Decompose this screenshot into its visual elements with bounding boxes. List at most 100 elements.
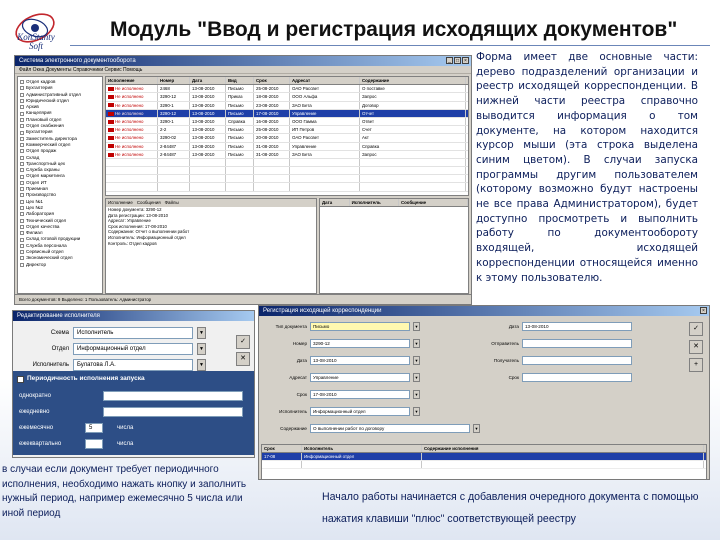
once-field[interactable] xyxy=(103,391,243,401)
column-header[interactable]: Номер xyxy=(158,77,190,85)
execution-grid[interactable]: Срок Исполнитель Содержание исполнения 17-0… xyxy=(261,444,707,479)
table-cell: Акт xyxy=(360,134,466,142)
column-header[interactable]: Дата xyxy=(320,199,350,206)
main-menubar[interactable]: Файл Окна Документы Справочники Сервис П… xyxy=(15,66,471,74)
chevron-down-icon[interactable]: ▼ xyxy=(473,424,480,433)
table-row[interactable]: Не исполнено 2-84487 13-08-2010 Письмо 31-08… xyxy=(106,150,468,159)
maximize-icon[interactable]: □ xyxy=(454,57,461,64)
minimize-icon[interactable]: _ xyxy=(446,57,453,64)
chevron-down-icon[interactable]: ▼ xyxy=(197,343,206,355)
table-row[interactable]: Не исполнено 2468 13-08-2010 Письмо 25-08-20… xyxy=(106,85,468,94)
table-cell: ИП Петров xyxy=(290,126,360,134)
chevron-down-icon[interactable]: ▼ xyxy=(197,359,206,371)
table-row[interactable]: Не исполнено 3290-02 13-08-2010 Письмо 20-08… xyxy=(106,134,468,143)
column-header[interactable]: Адресат xyxy=(290,77,360,85)
red-flag-icon xyxy=(108,95,114,100)
column-header[interactable]: Содержание исполнения xyxy=(422,445,704,452)
grid-header-row: Срок Исполнитель Содержание исполнения xyxy=(262,445,706,453)
chevron-down-icon[interactable]: ▼ xyxy=(413,356,420,365)
column-header[interactable]: Дата xyxy=(190,77,226,85)
table-row[interactable] xyxy=(106,183,468,192)
table-cell: Счет xyxy=(360,126,466,134)
table-row[interactable] xyxy=(106,175,468,184)
form-field[interactable]: 3290-12 xyxy=(310,339,410,348)
chevron-down-icon[interactable]: ▼ xyxy=(413,373,420,382)
chevron-down-icon[interactable]: ▼ xyxy=(413,322,420,331)
red-flag-icon xyxy=(108,144,114,149)
form-field[interactable]: Информационный отдел xyxy=(310,407,410,416)
table-row[interactable]: Не исполнено 2-2 13-08-2010 Письмо 25-08-201… xyxy=(106,126,468,135)
field-label: Адресат xyxy=(289,375,307,380)
column-header[interactable]: Исполнитель xyxy=(302,445,422,452)
department-field[interactable]: Информационный отдел xyxy=(73,343,193,355)
form-field[interactable] xyxy=(522,339,632,348)
table-row[interactable]: Не исполнено 3290-1 13-08-2010 Справка 16-08… xyxy=(106,117,468,127)
cell-text: Запрос xyxy=(362,94,377,100)
chevron-down-icon[interactable]: ▼ xyxy=(197,327,206,339)
form-field[interactable]: 13-08-2010 xyxy=(310,356,410,365)
table-row[interactable] xyxy=(106,167,468,176)
column-header[interactable]: Сообщение xyxy=(399,199,468,206)
executor-field[interactable]: Булатова Л.А. xyxy=(73,359,193,371)
tree-item[interactable]: Директор xyxy=(20,262,100,268)
cell-text: Справка xyxy=(362,143,380,149)
table-cell xyxy=(158,158,190,167)
cell-text: 2-2 xyxy=(160,127,167,133)
table-row[interactable]: Не исполнено 3290-12 13-08-2010 Письмо 17-08… xyxy=(106,109,468,118)
cell-text: Письмо xyxy=(228,151,244,157)
form-field[interactable]: О выполнении работ по договору xyxy=(310,424,470,433)
close-icon[interactable]: × xyxy=(700,307,707,314)
form-field[interactable]: 13-08-2010 xyxy=(522,322,632,331)
cancel-button[interactable]: ✕ xyxy=(236,352,250,366)
cell-text: ИП Петров xyxy=(292,127,315,133)
table-cell: 25-08-2010 xyxy=(254,85,290,93)
form-field[interactable]: 17-08-2010 xyxy=(310,390,410,399)
close-icon[interactable]: × xyxy=(462,57,469,64)
chevron-down-icon[interactable]: ▼ xyxy=(413,339,420,348)
column-header[interactable]: Вид xyxy=(226,77,254,85)
ok-button[interactable]: ✓ xyxy=(236,335,250,349)
table-cell: Письмо xyxy=(226,126,254,134)
cell-text: Справка xyxy=(228,118,246,124)
folder-icon xyxy=(20,199,24,204)
folder-icon xyxy=(20,180,24,185)
monthly-day-field[interactable]: 5 xyxy=(85,423,103,433)
field-label: Номер xyxy=(292,341,307,346)
form-field[interactable]: Письмо xyxy=(310,322,410,331)
column-header[interactable]: Исполнитель xyxy=(350,199,399,206)
column-header[interactable]: Срок xyxy=(254,77,290,85)
table-row[interactable] xyxy=(262,461,706,469)
form-row: Отправитель xyxy=(479,339,632,348)
column-header[interactable]: Исполнение xyxy=(106,77,158,85)
add-button[interactable]: + xyxy=(689,358,703,372)
form-field[interactable] xyxy=(522,373,632,382)
department-tree[interactable]: Отдел кадров Бухгалтерия Административный … xyxy=(17,76,103,294)
cell-text: ООО Альфа xyxy=(292,94,318,100)
chevron-down-icon[interactable]: ▼ xyxy=(413,407,420,416)
table-row[interactable]: Не исполнено 3290-1 13-08-2010 Письмо 23-08-… xyxy=(106,101,468,110)
cell-text: 3290-12 xyxy=(160,110,177,116)
column-header[interactable]: Содержание xyxy=(360,77,466,85)
chevron-down-icon[interactable]: ▼ xyxy=(413,390,420,399)
table-row[interactable]: 17-08 Информационный отдел xyxy=(262,453,706,461)
save-button[interactable]: ✓ xyxy=(689,322,703,336)
cell-text: 3290-12 xyxy=(160,94,177,100)
daily-field[interactable] xyxy=(103,407,243,417)
outgoing-registry-grid[interactable]: Исполнение Номер Дата Вид Срок Адресат Содержа… xyxy=(105,76,469,196)
cancel-button[interactable]: ✕ xyxy=(689,340,703,354)
table-row[interactable] xyxy=(106,158,468,168)
scheme-field[interactable]: Исполнитель xyxy=(73,327,193,339)
quarterly-day-field[interactable] xyxy=(85,439,103,449)
column-header[interactable]: Срок xyxy=(262,445,302,452)
form-field[interactable]: Управление xyxy=(310,373,410,382)
detail-tab[interactable]: Сообщения xyxy=(137,199,161,207)
red-flag-icon xyxy=(108,111,114,116)
table-row[interactable]: Не исполнено 2-84487 13-08-2010 Письмо 31-08… xyxy=(106,142,468,151)
cell-text: 2468 xyxy=(160,86,170,92)
form-field[interactable] xyxy=(522,356,632,365)
detail-tab[interactable]: Исполнение xyxy=(108,199,133,207)
periodicity-checkbox[interactable] xyxy=(17,376,24,383)
table-row[interactable]: Не исполнено 3290-12 13-08-2010 Приказ 18-08… xyxy=(106,93,468,102)
detail-tab[interactable]: Файлы xyxy=(165,199,179,207)
execution-history[interactable]: Дата Исполнитель Сообщение xyxy=(319,198,469,294)
